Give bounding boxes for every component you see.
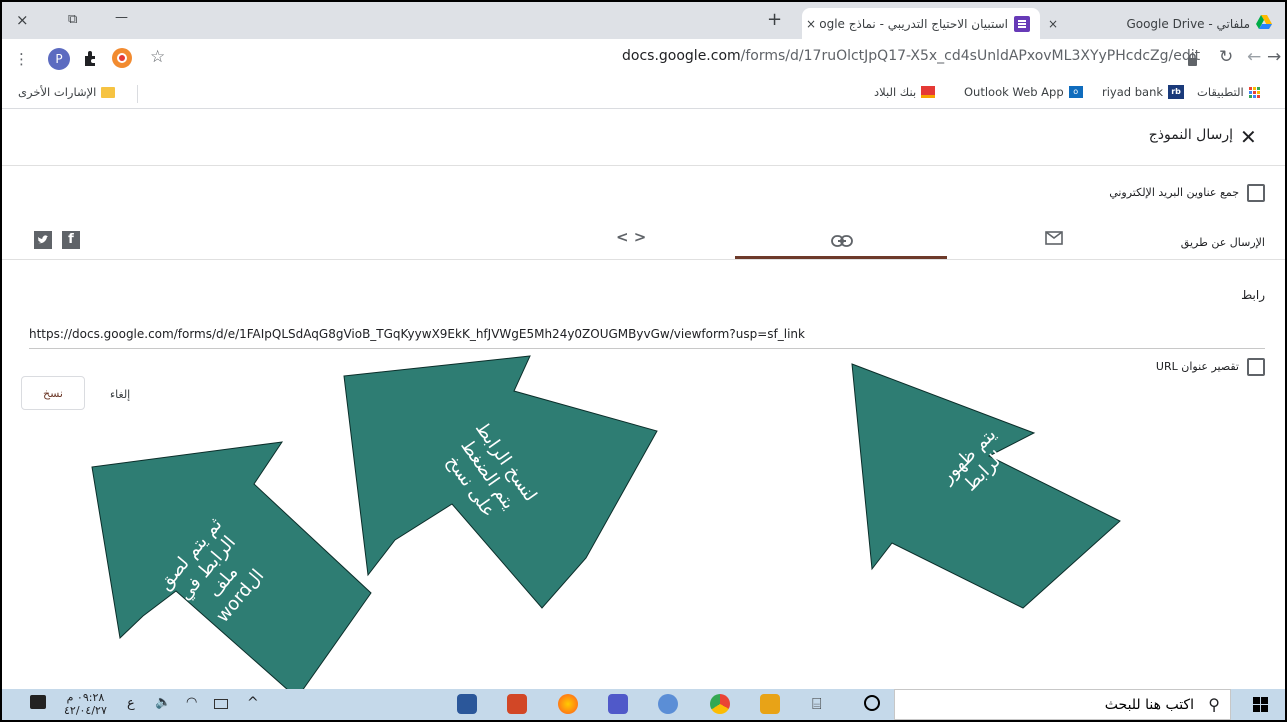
powerpoint-icon[interactable] <box>507 694 527 714</box>
clock-date: ٤٢/٠٤/٢٧ <box>64 704 107 717</box>
search-placeholder: اكتب هنا للبحث <box>1104 697 1194 713</box>
task-view-icon[interactable]: ⌸ <box>812 694 822 714</box>
battery-icon[interactable] <box>214 699 228 709</box>
edge-icon[interactable] <box>658 694 678 714</box>
file-explorer-icon[interactable] <box>760 694 780 714</box>
chrome-icon[interactable] <box>710 694 730 714</box>
firefox-icon[interactable] <box>558 694 578 714</box>
wifi-icon[interactable]: ◠ <box>186 695 197 710</box>
search-icon: ⚲ <box>1208 695 1220 714</box>
show-hidden-icons[interactable]: ^ <box>247 695 259 711</box>
volume-icon[interactable]: 🔈 <box>155 695 171 710</box>
screen: × ⧉ — + × استبيان الاحتياج التدريبي - نم… <box>0 0 1287 722</box>
notifications-icon[interactable] <box>30 695 46 709</box>
windows-taskbar: ⚲ اكتب هنا للبحث ⌸ ^ ◠ 🔈 ع ٠٩:٢٨ م ٤٢/٠٤… <box>2 689 1285 720</box>
language-indicator[interactable]: ع <box>127 696 135 711</box>
clock-time: ٠٩:٢٨ م <box>66 691 105 704</box>
windows-start-icon[interactable] <box>1253 697 1268 716</box>
taskbar-search[interactable]: ⚲ اكتب هنا للبحث <box>894 689 1231 720</box>
word-icon[interactable] <box>457 694 477 714</box>
cortana-icon[interactable] <box>864 695 880 711</box>
teams-icon[interactable] <box>608 694 628 714</box>
clock[interactable]: ٠٩:٢٨ م ٤٢/٠٤/٢٧ <box>64 691 107 717</box>
arrow-shape-right <box>851 363 1121 609</box>
